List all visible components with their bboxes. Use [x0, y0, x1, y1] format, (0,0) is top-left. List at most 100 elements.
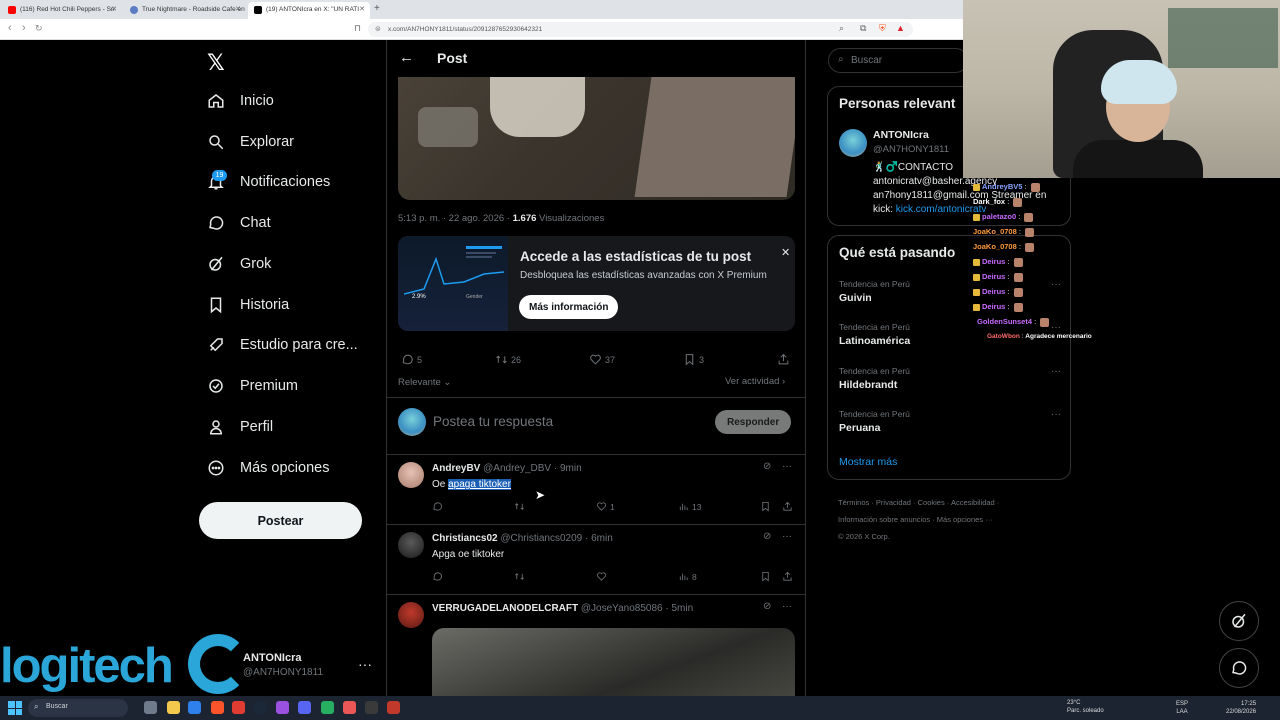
bookmark-action[interactable]	[760, 571, 771, 582]
app-icon[interactable]	[276, 701, 289, 714]
sort-replies-dropdown[interactable]: Relevante ⌄	[398, 377, 451, 388]
discord-icon[interactable]	[298, 701, 311, 714]
reply-action[interactable]	[432, 501, 443, 512]
nav-history[interactable]: Historia	[204, 288, 289, 322]
avatar[interactable]	[398, 408, 426, 436]
windows-start-icon[interactable]	[8, 701, 22, 715]
account-name[interactable]: ANTONIcra	[243, 652, 301, 664]
footer-links-row[interactable]: Información sobre anuncios · Más opcione…	[838, 511, 1068, 528]
taskbar-search-input[interactable]: ⌕ Buscar	[28, 699, 128, 717]
reply-author-name[interactable]: AndreyBV	[432, 463, 480, 474]
like-action[interactable]	[596, 571, 607, 582]
nav-home[interactable]: Inicio	[204, 84, 274, 118]
reply-item[interactable]: AndreyBV @Andrey_DBV · 9min ⊘ ··· Oe apa…	[387, 455, 805, 525]
reply-author-handle[interactable]: @JoseYano85086	[581, 603, 663, 614]
reply-button[interactable]: Responder	[715, 410, 792, 434]
post-media-image[interactable]	[398, 77, 795, 200]
weather-widget[interactable]: 23°C Parc. soleado	[1067, 699, 1104, 715]
close-icon[interactable]: ✕	[235, 5, 241, 13]
like-action[interactable]: 37	[589, 353, 615, 366]
close-icon[interactable]: ✕	[781, 246, 790, 259]
brave-icon[interactable]	[211, 701, 224, 714]
bookmark-action[interactable]	[760, 501, 771, 512]
search-input[interactable]: ⌕ Buscar	[828, 48, 968, 73]
steam-icon[interactable]	[254, 701, 267, 714]
x-logo-icon[interactable]: 𝕏	[207, 50, 225, 76]
post-button[interactable]: Postear	[199, 502, 362, 539]
app-icon[interactable]	[387, 701, 400, 714]
url-input[interactable]: ⊜ x.com/AN7HONY1811/status/2091287652930…	[368, 22, 913, 37]
nav-explore[interactable]: Explorar	[204, 125, 294, 159]
nav-premium[interactable]: Premium	[204, 369, 298, 403]
more-icon[interactable]: ···	[782, 461, 792, 472]
back-arrow-icon[interactable]: ←	[399, 49, 414, 66]
app-icon[interactable]	[343, 701, 356, 714]
app-icon[interactable]	[188, 701, 201, 714]
share-action[interactable]	[782, 571, 793, 582]
browser-tab[interactable]: True Nightmare - Roadside Cafe en ✕	[124, 2, 246, 19]
grok-icon[interactable]: ⊘	[763, 531, 771, 542]
close-icon[interactable]: ✕	[111, 5, 117, 13]
reply-author-name[interactable]: VERRUGADELANODELCRAFT	[432, 603, 578, 614]
repost-action[interactable]	[514, 501, 525, 512]
views-action[interactable]: 8	[678, 571, 697, 582]
reply-input[interactable]: Postea tu respuesta	[433, 414, 553, 429]
reply-action[interactable]	[432, 571, 443, 582]
more-info-button[interactable]: Más información	[519, 295, 619, 319]
share-action[interactable]	[782, 501, 793, 512]
nav-more[interactable]: Más opciones	[204, 451, 329, 485]
repost-action[interactable]: 26	[495, 353, 521, 366]
trend-item[interactable]: Tendencia en Perú Peruana ···	[839, 409, 1061, 434]
back-icon[interactable]: ‹	[8, 22, 12, 34]
close-icon[interactable]: ✕	[359, 5, 365, 13]
like-action[interactable]: 1	[596, 501, 615, 512]
show-more-link[interactable]: Mostrar más	[839, 456, 897, 468]
nav-profile[interactable]: Perfil	[204, 410, 273, 444]
app-icon[interactable]	[365, 701, 378, 714]
reply-action[interactable]: 5	[401, 353, 422, 366]
new-tab-button[interactable]: +	[374, 3, 380, 14]
more-icon[interactable]: ···	[782, 531, 792, 542]
browser-tab[interactable]: (116) Red Hot Chili Peppers - Sn ✕	[2, 2, 122, 19]
relevant-user-handle[interactable]: @AN7HONY1811	[873, 144, 949, 155]
reply-author-handle[interactable]: @Andrey_DBV	[483, 463, 551, 474]
share-action[interactable]	[777, 353, 790, 366]
bookmark-page-icon[interactable]: ⊓	[354, 23, 361, 34]
reply-author-handle[interactable]: @Christiancs0209	[500, 533, 582, 544]
nav-chat[interactable]: Chat	[204, 206, 271, 240]
account-handle[interactable]: @AN7HONY1811	[243, 667, 323, 678]
grok-icon[interactable]: ⊘	[763, 601, 771, 612]
reply-media-image[interactable]	[432, 628, 795, 696]
reply-author-name[interactable]: Christiancs02	[432, 533, 498, 544]
nav-grok[interactable]: Grok	[204, 247, 271, 281]
repost-action[interactable]	[514, 571, 525, 582]
forward-icon[interactable]: ›	[22, 22, 26, 34]
avatar[interactable]	[839, 129, 867, 157]
bookmark-action[interactable]: 3	[683, 353, 704, 366]
views-action[interactable]: 13	[678, 501, 701, 512]
more-icon[interactable]: ···	[1051, 366, 1061, 377]
share-icon[interactable]: ⧉	[860, 23, 866, 34]
account-more-icon[interactable]: ···	[358, 656, 372, 672]
messages-fab[interactable]	[1219, 648, 1259, 688]
zoom-icon[interactable]: ⌕	[839, 23, 844, 34]
more-icon[interactable]: ···	[782, 601, 792, 612]
reply-item[interactable]: Christiancs02 @Christiancs0209 · 6min ⊘ …	[387, 525, 805, 595]
reply-item[interactable]: VERRUGADELANODELCRAFT @JoseYano85086 · 5…	[387, 595, 805, 696]
view-activity-link[interactable]: Ver actividad ›	[725, 376, 785, 387]
browser-tab-active[interactable]: (19) ANTONIcra en X: "UN RATI ✕	[248, 2, 370, 19]
system-clock[interactable]: 17:25 22/08/2026	[1226, 700, 1256, 716]
footer-links-row[interactable]: Términos · Privacidad · Cookies · Accesi…	[838, 494, 1068, 511]
grok-fab[interactable]	[1219, 601, 1259, 641]
task-view-icon[interactable]	[144, 701, 157, 714]
language-indicator[interactable]: ESP LAA	[1176, 700, 1188, 716]
trend-item[interactable]: Tendencia en Perú Hildebrandt ···	[839, 366, 1061, 391]
brave-shield-icon[interactable]: ⛨	[879, 23, 886, 34]
grok-icon[interactable]: ⊘	[763, 461, 771, 472]
site-info-icon[interactable]: ⊜	[375, 25, 381, 33]
avatar[interactable]	[398, 462, 424, 488]
brave-rewards-icon[interactable]: ▲	[896, 23, 905, 33]
nav-creator-studio[interactable]: Estudio para cre...	[204, 328, 358, 362]
avatar[interactable]	[398, 532, 424, 558]
reload-icon[interactable]: ↻	[35, 23, 43, 34]
